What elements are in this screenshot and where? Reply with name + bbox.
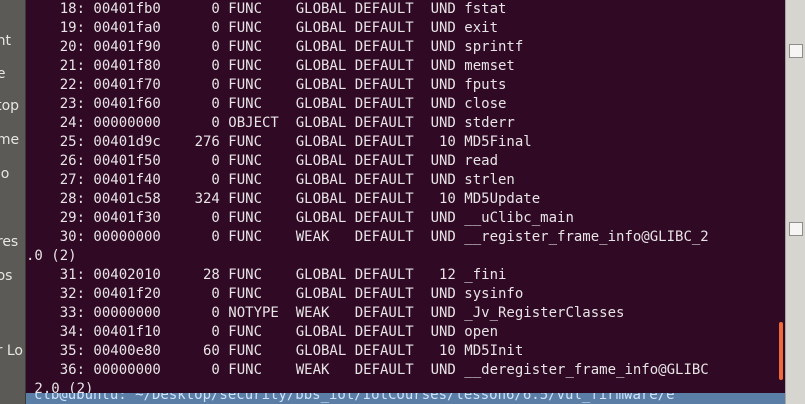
prompt-text: clb@ubuntu: ~/Desktop/security/bbs_iot/I…: [34, 393, 675, 403]
panel-handle-icon[interactable]: [789, 44, 803, 58]
terminal-scrollbar-thumb[interactable]: [779, 322, 783, 380]
terminal-line: 30: 00000000 0 FUNC WEAK DEFAULT UND __r…: [26, 229, 709, 245]
shell-prompt[interactable]: clb@ubuntu: ~/Desktop/security/bbs_iot/I…: [26, 393, 785, 404]
terminal-line: 36: 00000000 0 FUNC WEAK DEFAULT UND __d…: [26, 362, 709, 378]
terminal-output[interactable]: 18: 00401fb0 0 FUNC GLOBAL DEFAULT UND f…: [26, 0, 785, 404]
sidebar-item-documents[interactable]: ume: [0, 132, 19, 148]
sidebar-item-videos[interactable]: eos: [0, 268, 12, 284]
terminal-line: 21: 00401f80 0 FUNC GLOBAL DEFAULT UND m…: [26, 58, 515, 74]
sidebar-item-recent[interactable]: ent: [0, 33, 11, 49]
terminal-line: 18: 00401fb0 0 FUNC GLOBAL DEFAULT UND f…: [26, 1, 507, 17]
sidebar-item-other-locations[interactable]: er Lo: [0, 343, 23, 359]
terminal-line: 31: 00402010 28 FUNC GLOBAL DEFAULT 12 _…: [26, 267, 507, 283]
terminal-line: 20: 00401f90 0 FUNC GLOBAL DEFAULT UND s…: [26, 39, 524, 55]
terminal-line: 19: 00401fa0 0 FUNC GLOBAL DEFAULT UND e…: [26, 20, 499, 36]
terminal-line: 34: 00401f10 0 FUNC GLOBAL DEFAULT UND o…: [26, 324, 499, 340]
terminal-line: .0 (2): [26, 248, 77, 264]
terminal-line: 35: 00400e80 60 FUNC GLOBAL DEFAULT 10 M…: [26, 343, 524, 359]
terminal-line: 32: 00401f20 0 FUNC GLOBAL DEFAULT UND s…: [26, 286, 524, 302]
terminal-line: 27: 00401f40 0 FUNC GLOBAL DEFAULT UND s…: [26, 172, 515, 188]
sidebar-item-desktop[interactable]: ktop: [0, 98, 19, 114]
sidebar-item-downloads[interactable]: nlo: [0, 166, 9, 182]
terminal-line: 28: 00401c58 324 FUNC GLOBAL DEFAULT 10 …: [26, 191, 541, 207]
terminal-line: 33: 00000000 0 NOTYPE WEAK DEFAULT UND _…: [26, 305, 625, 321]
file-manager-sidebar: ent ne ktop ume nlo ic ures eos h er Lo: [0, 0, 26, 404]
terminal-line: 26: 00401f50 0 FUNC GLOBAL DEFAULT UND r…: [26, 153, 499, 169]
panel-handle-icon[interactable]: [789, 222, 803, 236]
right-panel: [785, 0, 805, 404]
desktop-screen: ent ne ktop ume nlo ic ures eos h er Lo …: [0, 0, 805, 404]
terminal-line: 24: 00000000 0 OBJECT GLOBAL DEFAULT UND…: [26, 115, 515, 131]
terminal-line: 22: 00401f70 0 FUNC GLOBAL DEFAULT UND f…: [26, 77, 507, 93]
terminal-line: 25: 00401d9c 276 FUNC GLOBAL DEFAULT 10 …: [26, 134, 532, 150]
sidebar-item-home[interactable]: ne: [0, 66, 6, 82]
sidebar-item-pictures[interactable]: ures: [0, 234, 18, 250]
terminal-line: 23: 00401f60 0 FUNC GLOBAL DEFAULT UND c…: [26, 96, 507, 112]
terminal-line: 29: 00401f30 0 FUNC GLOBAL DEFAULT UND _…: [26, 210, 574, 226]
